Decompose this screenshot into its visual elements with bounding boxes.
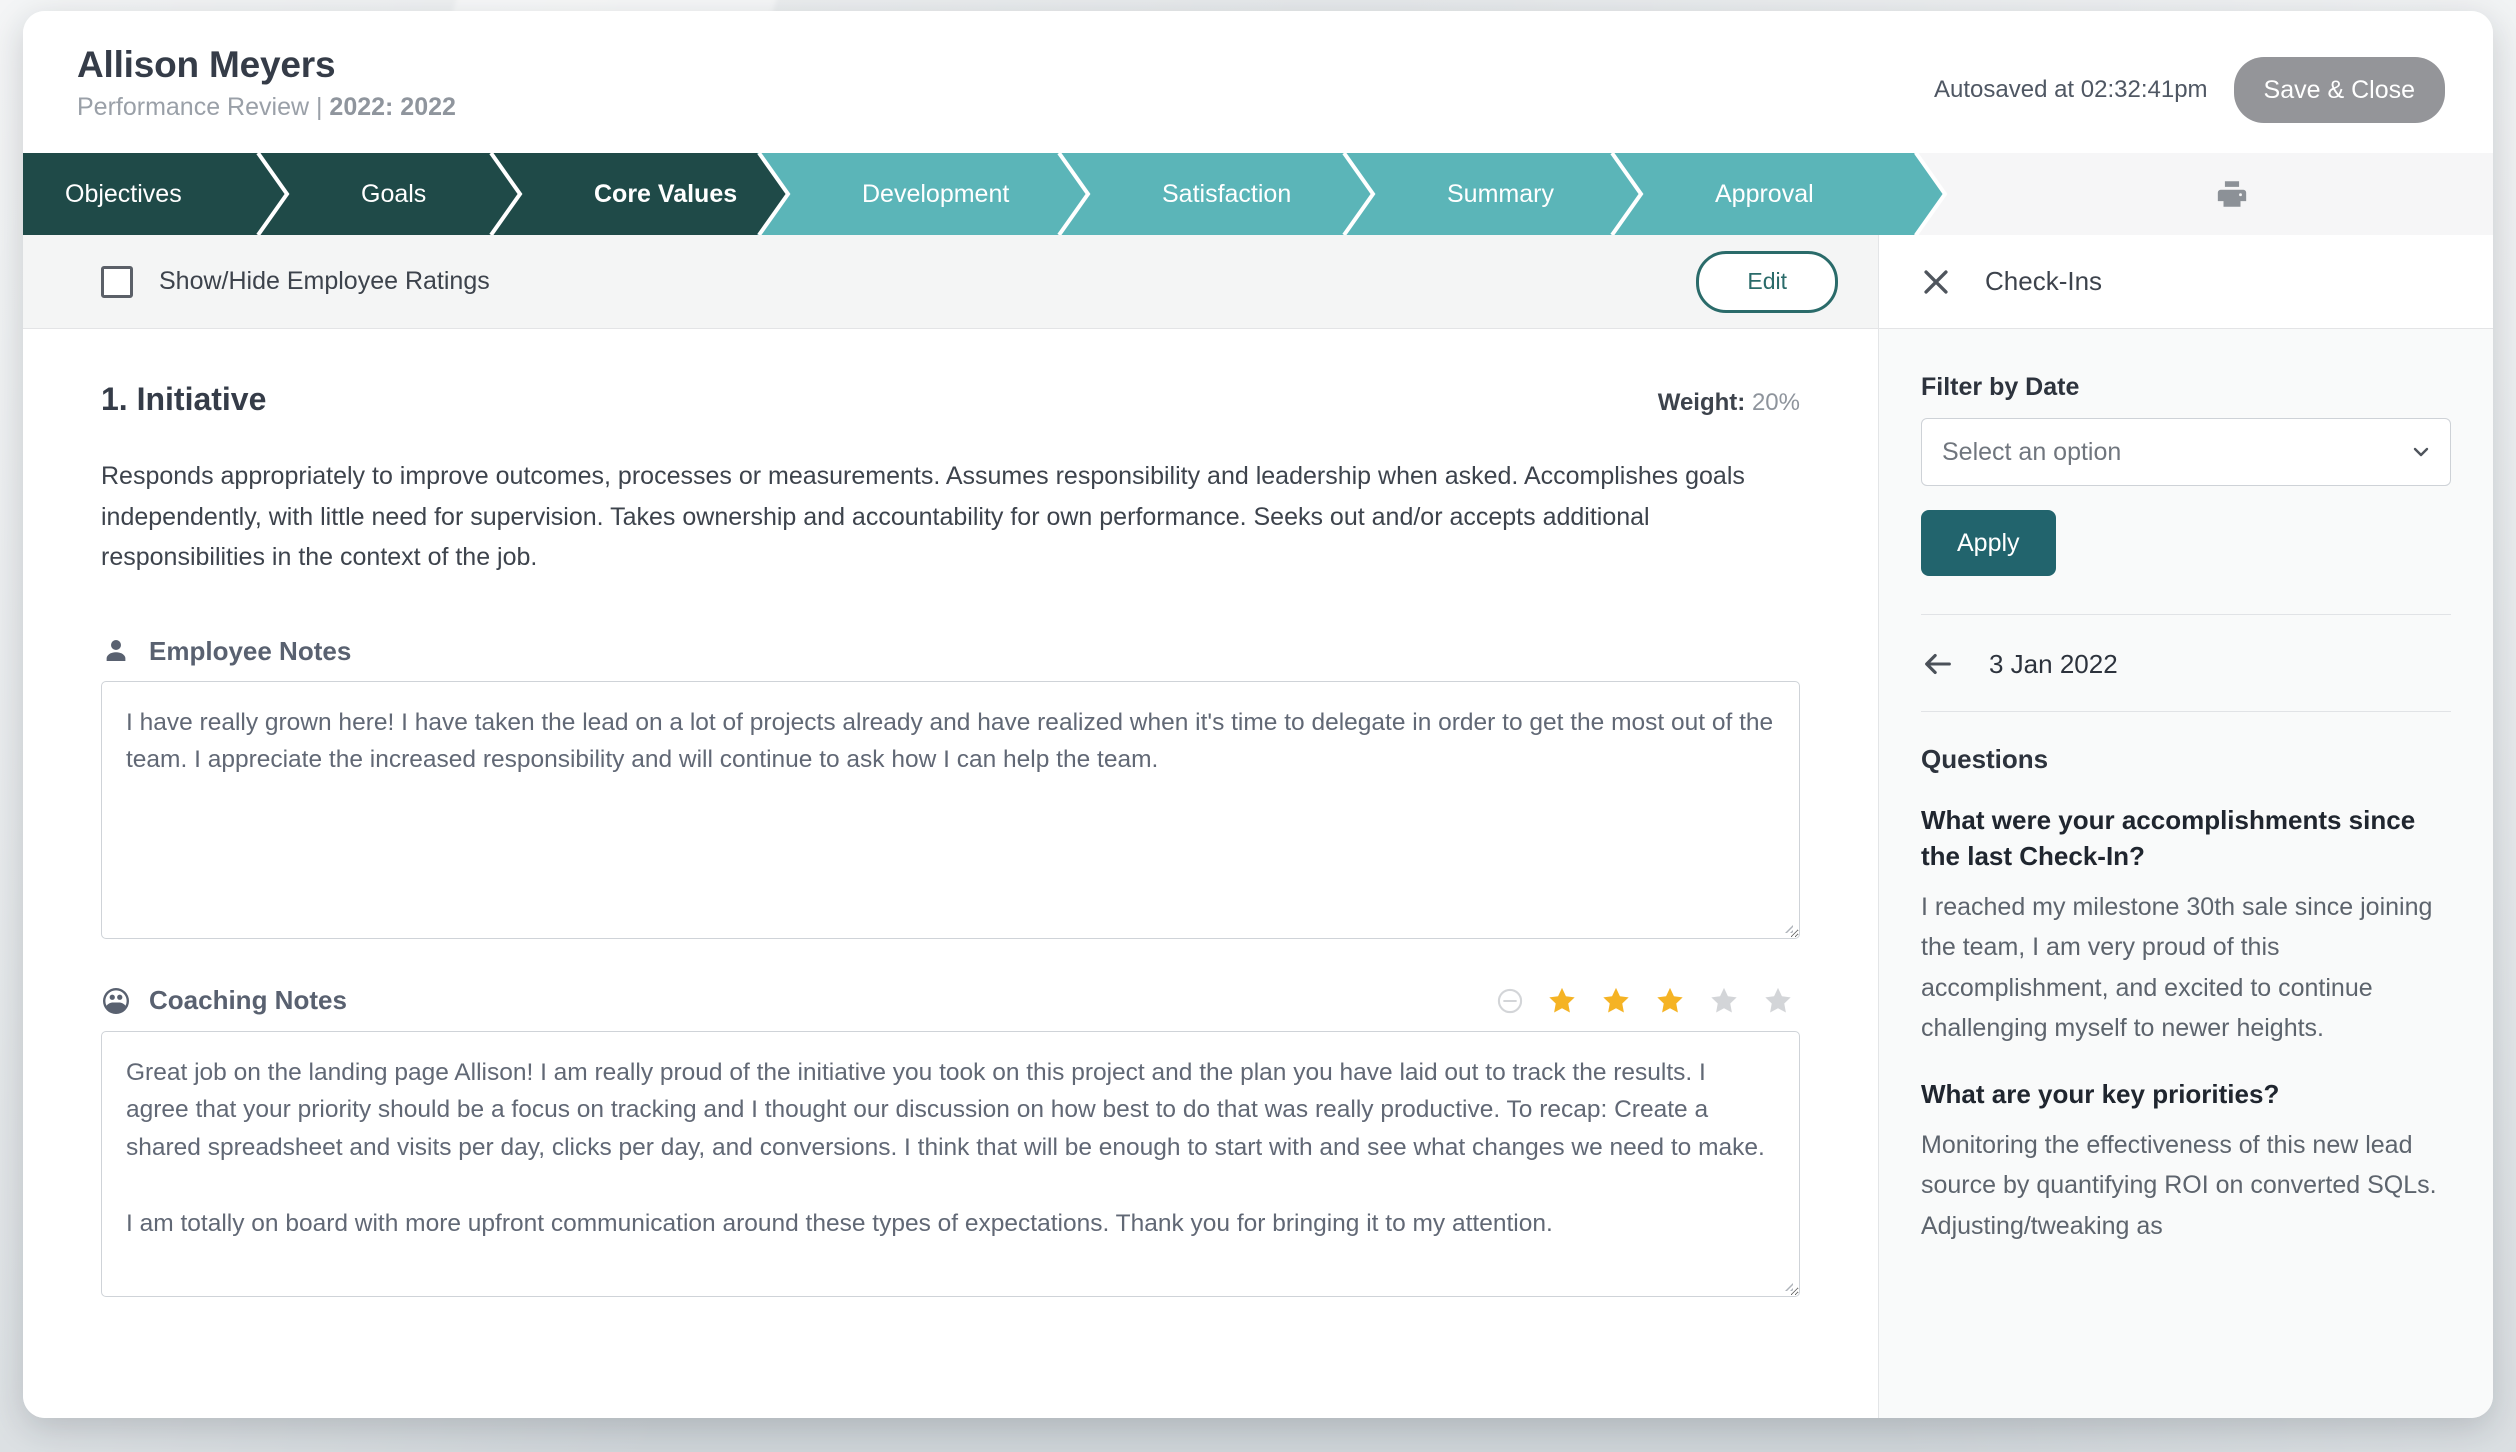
close-icon[interactable] bbox=[1919, 265, 1953, 299]
questions-heading: Questions bbox=[1921, 744, 2049, 774]
header-right: Autosaved at 02:32:41pm Save & Close bbox=[1934, 45, 2445, 123]
main-content: 1. Initiative Weight: 20% Responds appro… bbox=[23, 329, 1878, 1418]
section-weight: Weight: 20% bbox=[1658, 389, 1800, 417]
save-and-close-button[interactable]: Save & Close bbox=[2233, 57, 2445, 123]
stepper-chevron-icon bbox=[489, 153, 547, 235]
question-text: What were your accomplishments since the… bbox=[1921, 805, 2416, 871]
ratings-toolbar: Show/Hide Employee Ratings Edit bbox=[23, 235, 1878, 329]
review-type-text: Performance Review | bbox=[77, 92, 330, 121]
show-hide-ratings-checkbox[interactable] bbox=[101, 265, 133, 298]
autosave-status: Autosaved at 02:32:41pm bbox=[1934, 76, 2208, 103]
apply-filter-button[interactable]: Apply bbox=[1921, 510, 2056, 576]
check-in-date: 3 Jan 2022 bbox=[1989, 648, 2118, 679]
check-in-date-nav: 3 Jan 2022 bbox=[1921, 615, 2451, 712]
question-answer: I reached my milestone 30th sale since j… bbox=[1921, 892, 2433, 1043]
questions-list: What were your accomplishments since the… bbox=[1921, 803, 2451, 1246]
employee-notes-textarea[interactable] bbox=[101, 680, 1800, 939]
stepper-step-label: Approval bbox=[1715, 179, 1814, 208]
stepper-step-objectives[interactable]: Objectives bbox=[23, 153, 314, 235]
person-icon bbox=[106, 640, 126, 661]
show-hide-ratings-group[interactable]: Show/Hide Employee Ratings bbox=[101, 265, 490, 298]
question-text: What are your key priorities? bbox=[1921, 1078, 2280, 1109]
show-hide-ratings-label: Show/Hide Employee Ratings bbox=[159, 267, 490, 295]
check-ins-panel: Check-Ins Filter by Date Select an optio… bbox=[1879, 235, 2493, 1418]
group-icon bbox=[103, 987, 129, 1014]
check-ins-title: Check-Ins bbox=[1985, 266, 2103, 296]
header-left: Allison Meyers Performance Review | 2022… bbox=[77, 44, 456, 122]
stepper-step-summary[interactable]: Summary bbox=[1399, 153, 1668, 235]
employee-notes-label-text: Employee Notes bbox=[149, 635, 352, 666]
review-subtitle: Performance Review | 2022: 2022 bbox=[77, 92, 456, 122]
check-ins-body: Filter by Date Select an option Apply 3 … bbox=[1879, 329, 2493, 1418]
stepper-chevron-icon bbox=[256, 153, 314, 235]
question-answer: Monitoring the effectiveness of this new… bbox=[1921, 1130, 2437, 1240]
stepper-chevron-icon bbox=[1610, 153, 1668, 235]
stepper-step-satisfaction[interactable]: Satisfaction bbox=[1114, 153, 1400, 235]
filter-date-select[interactable]: Select an option bbox=[1921, 418, 2451, 486]
question-item: What were your accomplishments since the… bbox=[1921, 803, 2451, 1049]
stepper-step-label: Development bbox=[862, 179, 1010, 208]
filter-date-select-wrap: Select an option bbox=[1921, 418, 2451, 486]
star-icon-1[interactable] bbox=[1546, 985, 1578, 1017]
main-column: Show/Hide Employee Ratings Edit 1. Initi… bbox=[23, 235, 1879, 1418]
edit-button[interactable]: Edit bbox=[1696, 250, 1838, 313]
arrow-left-icon[interactable] bbox=[1921, 647, 1955, 681]
weight-value: 20% bbox=[1751, 389, 1800, 416]
coaching-notes-label: Coaching Notes bbox=[101, 985, 347, 1016]
star-icon-2[interactable] bbox=[1600, 985, 1632, 1017]
stepper-step-label: Summary bbox=[1447, 179, 1554, 208]
print-icon[interactable] bbox=[2215, 177, 2249, 211]
coaching-notes-label-row: Coaching Notes bbox=[101, 985, 1800, 1017]
stepper-chevron-icon bbox=[757, 153, 815, 235]
star-icon-5[interactable] bbox=[1762, 985, 1794, 1017]
coaching-rating-stars[interactable] bbox=[1496, 985, 1794, 1017]
stepper-step-label: Satisfaction bbox=[1162, 179, 1292, 208]
stepper-step-goals[interactable]: Goals bbox=[313, 153, 547, 235]
minus-circle-icon[interactable] bbox=[1496, 987, 1524, 1015]
review-stepper: Objectives Goals Core Values Development Sat… bbox=[23, 153, 2493, 235]
coaching-notes-wrap bbox=[101, 1030, 1800, 1297]
stepper-step-label: Core Values bbox=[594, 179, 738, 208]
stepper-chevron-icon bbox=[1057, 153, 1115, 235]
body-split: Show/Hide Employee Ratings Edit 1. Initi… bbox=[23, 235, 2493, 1418]
check-ins-header: Check-Ins bbox=[1879, 235, 2493, 329]
stepper-step-development[interactable]: Development bbox=[814, 153, 1115, 235]
filter-by-date-label: Filter by Date bbox=[1921, 373, 2080, 401]
review-cycle-text: 2022: 2022 bbox=[329, 92, 456, 121]
question-item: What are your key priorities? Monitoring … bbox=[1921, 1077, 2451, 1246]
stepper-steps: Objectives Goals Core Values Development Sat… bbox=[23, 153, 1972, 235]
section-description: Responds appropriately to improve outcom… bbox=[101, 462, 1745, 571]
coaching-notes-textarea[interactable] bbox=[101, 1030, 1800, 1297]
star-icon-4[interactable] bbox=[1708, 985, 1740, 1017]
stepper-chevron-icon bbox=[1914, 153, 1972, 235]
stepper-step-approval[interactable]: Approval bbox=[1667, 153, 1972, 235]
stepper-chevron-icon bbox=[1342, 153, 1400, 235]
stepper-step-core-values[interactable]: Core Values bbox=[546, 153, 815, 235]
stepper-step-label: Objectives bbox=[65, 179, 182, 208]
coaching-notes-label-text: Coaching Notes bbox=[149, 985, 347, 1015]
stepper-step-label: Goals bbox=[361, 179, 427, 208]
employee-notes-label: Employee Notes bbox=[101, 636, 351, 667]
performance-review-window: Allison Meyers Performance Review | 2022… bbox=[23, 11, 2493, 1418]
star-icon-3[interactable] bbox=[1654, 985, 1686, 1017]
app-header: Allison Meyers Performance Review | 2022… bbox=[23, 11, 2493, 153]
section-title: 1. Initiative bbox=[101, 381, 267, 417]
page-title: Allison Meyers bbox=[77, 44, 336, 85]
print-area bbox=[1971, 153, 2493, 235]
employee-notes-wrap bbox=[101, 680, 1800, 939]
weight-label: Weight: bbox=[1657, 389, 1746, 416]
employee-notes-label-row: Employee Notes bbox=[101, 636, 1800, 667]
section-header: 1. Initiative Weight: 20% bbox=[101, 381, 1800, 418]
